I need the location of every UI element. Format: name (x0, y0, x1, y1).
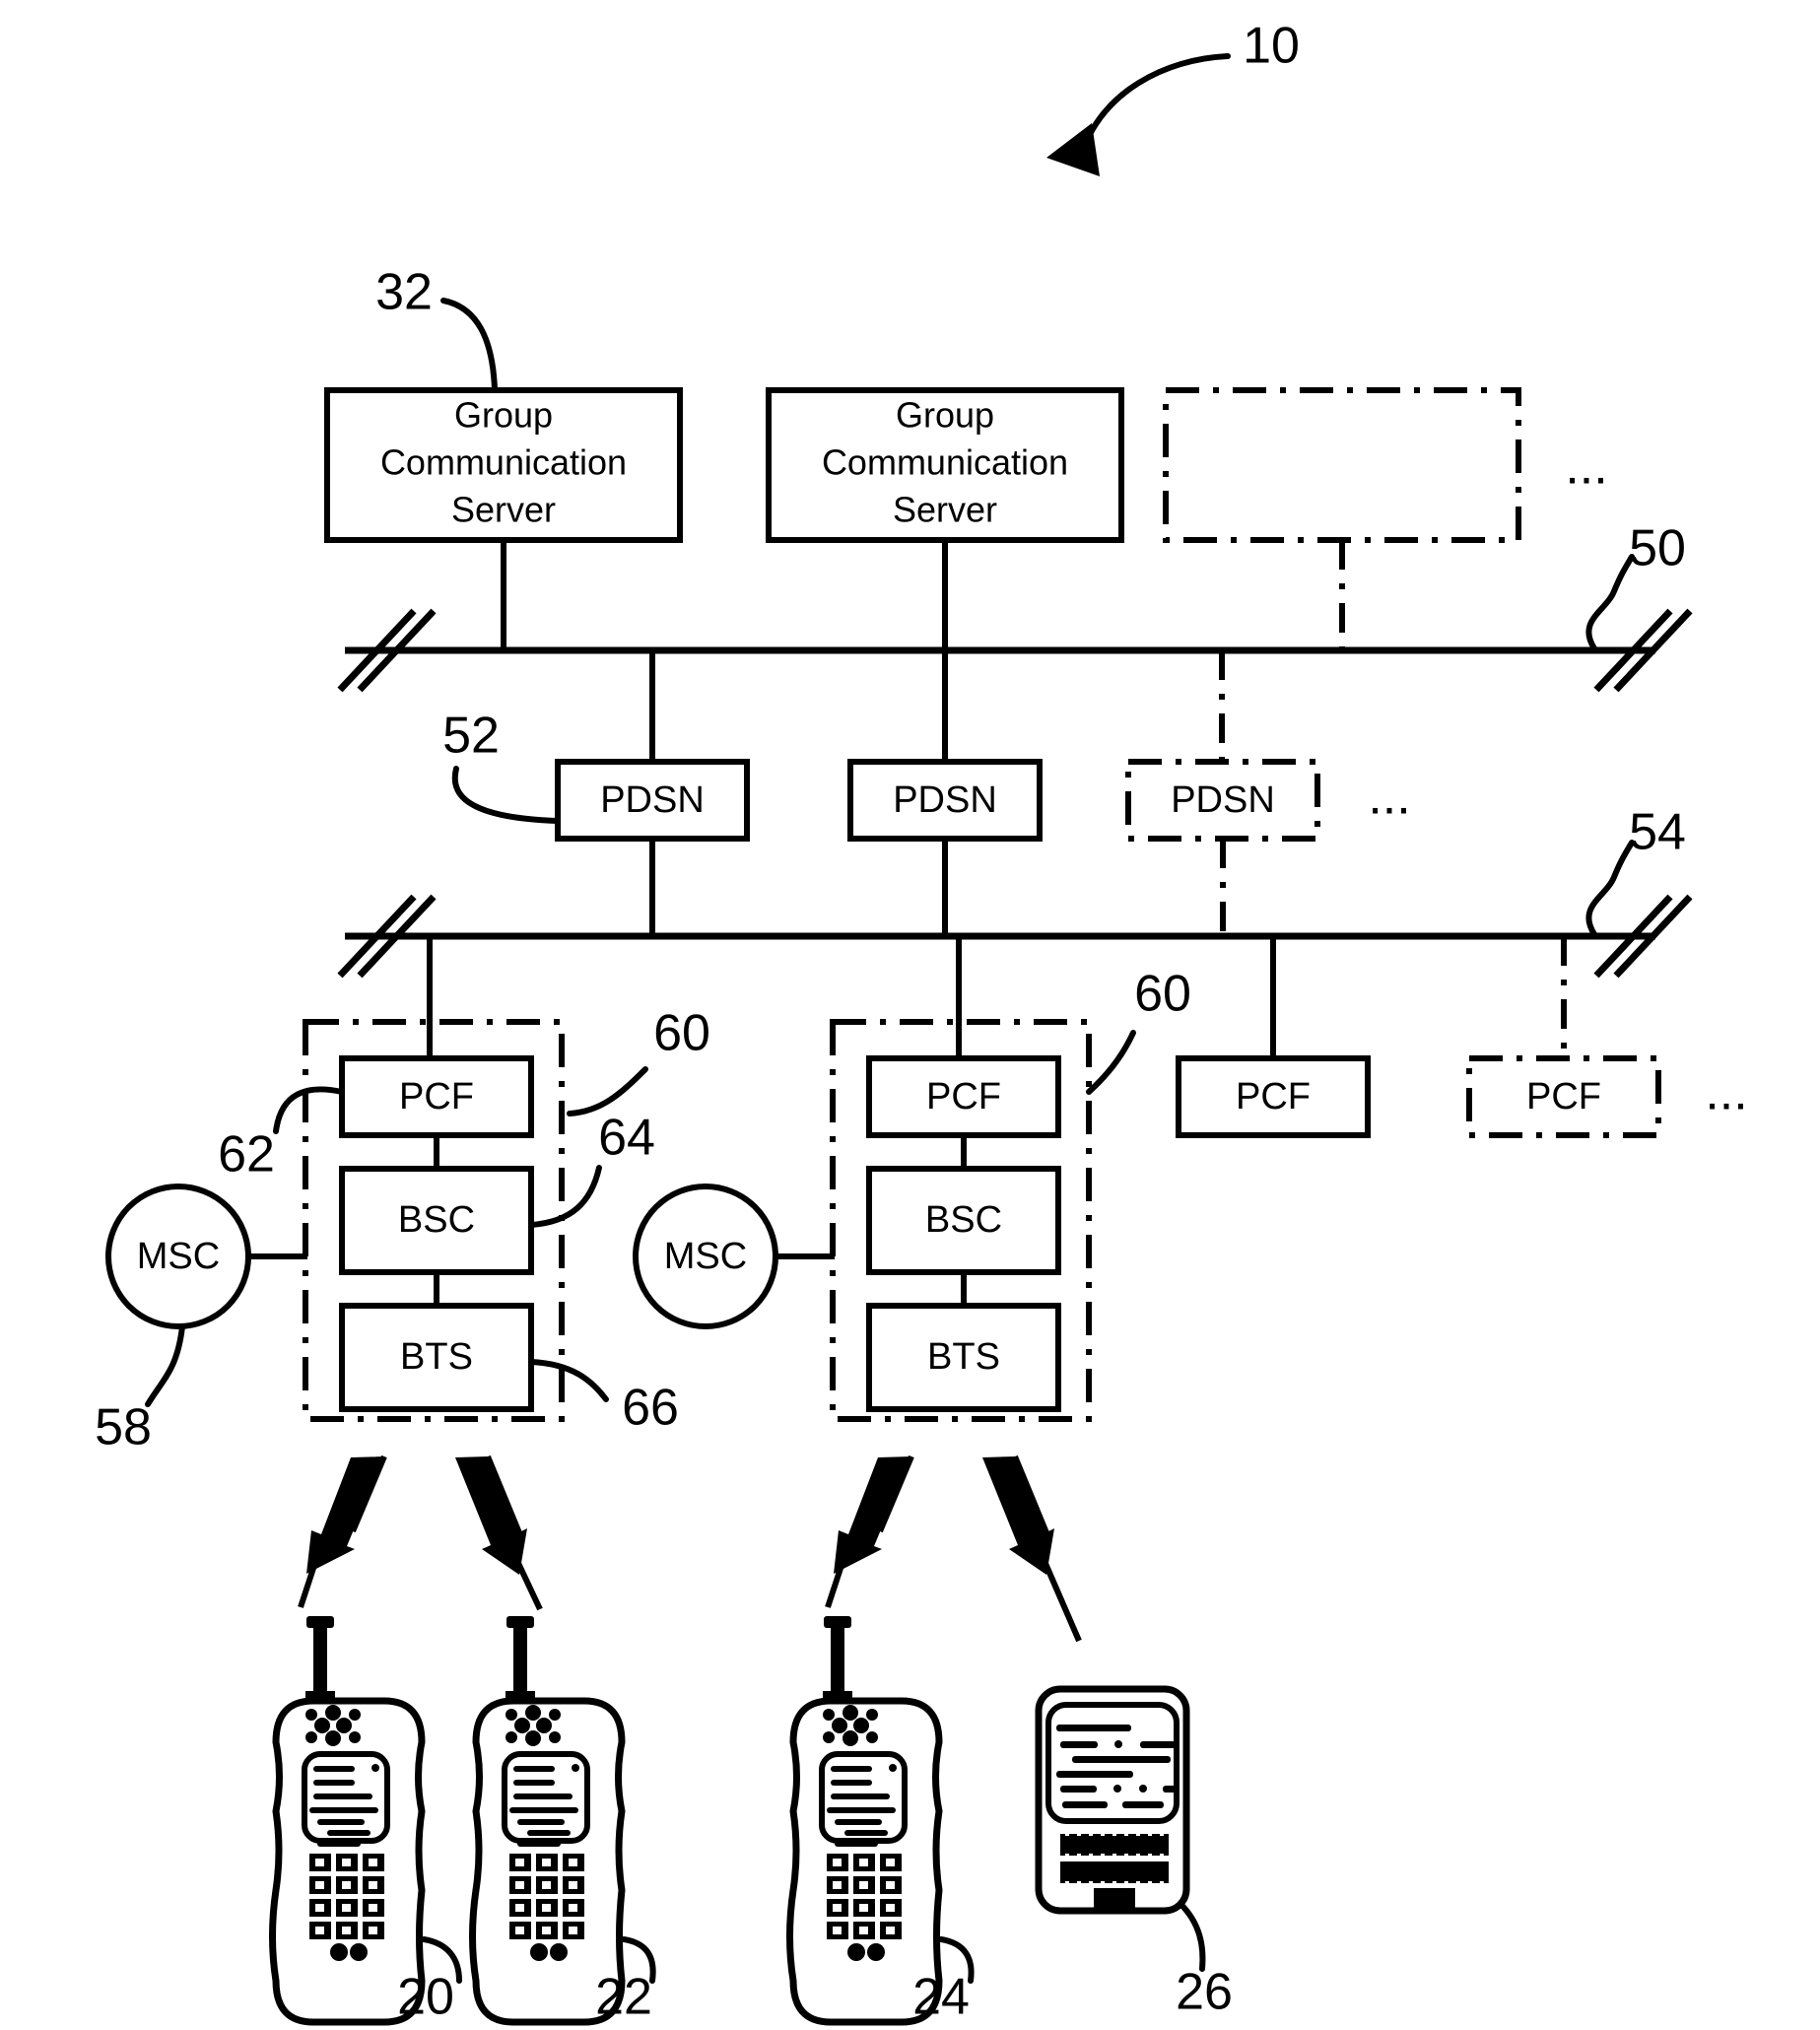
bus-bottom-ref-label: 54 (1629, 804, 1686, 861)
gcs-1-line-3: Server (451, 490, 556, 530)
bts-ref-66-label: 66 (622, 1380, 679, 1437)
gcs-3-ghost[interactable] (1163, 387, 1521, 543)
pdsn-1[interactable]: PDSN (555, 759, 750, 842)
pcf-3[interactable]: PCF (1176, 1055, 1371, 1138)
dev-26-ref-leader (1178, 1901, 1206, 1972)
dev-20[interactable]: 20 (269, 1616, 462, 2026)
group-ref-60-left-label: 60 (653, 1005, 710, 1062)
bus-top-50: 50 (337, 520, 1693, 693)
pcf-ref-62-group: 62 (218, 1086, 345, 1184)
bts-1-label: BTS (400, 1336, 473, 1378)
gcs-2-line-3: Server (893, 490, 997, 530)
dev-26[interactable]: 26 (1035, 1685, 1233, 2021)
pcf-1[interactable]: PCF (339, 1055, 534, 1138)
pdsn-row-ellipsis: ... (1368, 769, 1410, 826)
msc-2-label: MSC (664, 1236, 747, 1277)
bsc-2-label: BSC (925, 1199, 1002, 1241)
bts-2[interactable]: BTS (866, 1303, 1061, 1412)
bus-top-ref-leader (1585, 554, 1635, 651)
msc-1-label: MSC (137, 1236, 220, 1277)
msc-ref-58-leader (145, 1323, 185, 1407)
bsc-ref-64-group: 64 (528, 1110, 655, 1228)
bts-1[interactable]: BTS (339, 1303, 534, 1412)
pcf-4-label: PCF (1526, 1076, 1601, 1117)
msc-1[interactable]: MSC 58 (95, 1184, 307, 1456)
msc-2[interactable]: MSC (633, 1184, 835, 1329)
pcf-2-label: PCF (926, 1076, 1001, 1117)
bsc-ref-64-label: 64 (598, 1110, 655, 1167)
dev-26-ref-label: 26 (1176, 1964, 1233, 2021)
pdsn-1-label: PDSN (600, 779, 705, 821)
gcs-ref-32-leader (440, 298, 498, 392)
pdsn-ref-52-leader (451, 766, 560, 824)
figure-ref-10-group: 10 (1046, 18, 1300, 176)
pcf-4-ghost[interactable]: PCF (1466, 1055, 1661, 1138)
group-ref-60-left-leader (567, 1066, 648, 1116)
pdsn-2[interactable]: PDSN (847, 759, 1043, 842)
rf-link-3 (825, 1455, 914, 1608)
bus-top-ref-label: 50 (1629, 520, 1686, 577)
patent-figure: 10 32 Group Communication Server Group C… (0, 0, 1820, 2030)
gcs-1-line-1: Group (454, 395, 553, 436)
pdsn-ref-52-group: 52 (442, 708, 560, 824)
rf-link-4 (982, 1455, 1082, 1643)
bsc-ref-64-leader (528, 1165, 602, 1228)
gcs-2[interactable]: Group Communication Server (766, 387, 1124, 543)
pcf-1-label: PCF (399, 1076, 474, 1117)
pcf-ref-62-leader (273, 1086, 345, 1134)
figure-ref-10-arrowhead (1046, 123, 1100, 176)
gcs-2-line-2: Communication (822, 442, 1068, 483)
dev-24[interactable]: 24 (786, 1616, 975, 2026)
gcs-1[interactable]: Group Communication Server (324, 387, 683, 543)
figure-ref-10-label: 10 (1243, 18, 1300, 75)
figure-ref-10-leader (1081, 53, 1231, 151)
msc-ref-58-label: 58 (95, 1399, 152, 1456)
bts-ref-66-leader (528, 1359, 609, 1402)
gcs-2-line-1: Group (896, 395, 994, 436)
bts-2-label: BTS (927, 1336, 1000, 1378)
gcs-1-line-2: Communication (380, 442, 627, 483)
gcs-row-ellipsis: ... (1565, 439, 1607, 496)
pdsn-3-label: PDSN (1171, 779, 1275, 821)
dev-20-ref-label: 20 (397, 1969, 454, 2026)
gcs-ref-32-label: 32 (375, 264, 433, 321)
group-ref-60-right-label: 60 (1134, 966, 1191, 1023)
bsc-1[interactable]: BSC (339, 1166, 534, 1275)
pdsn-ref-52-label: 52 (442, 708, 500, 765)
gcs-ref-32-group: 32 (375, 264, 498, 392)
pdsn-3-ghost[interactable]: PDSN (1125, 759, 1320, 842)
pcf-ref-62-label: 62 (218, 1126, 275, 1184)
rf-link-2 (455, 1455, 543, 1611)
pcf-row-ellipsis: ... (1705, 1064, 1747, 1121)
group-ref-60-right-leader (1086, 1030, 1136, 1095)
dev-22-ref-label: 22 (595, 1969, 652, 2026)
pdsn-2-label: PDSN (893, 779, 997, 821)
dev-24-ref-label: 24 (912, 1969, 970, 2026)
pcf-3-label: PCF (1236, 1076, 1311, 1117)
bsc-1-label: BSC (398, 1199, 475, 1241)
group-ref-60-left-group: 60 (567, 1005, 710, 1116)
dev-22[interactable]: 22 (469, 1616, 656, 2026)
rf-link-1 (298, 1455, 387, 1608)
bsc-2[interactable]: BSC (866, 1166, 1061, 1275)
bus-bottom-ref-leader (1585, 840, 1635, 937)
bts-ref-66-group: 66 (528, 1359, 679, 1437)
gcs-3-box[interactable] (1163, 387, 1521, 543)
pcf-2[interactable]: PCF (866, 1055, 1061, 1138)
